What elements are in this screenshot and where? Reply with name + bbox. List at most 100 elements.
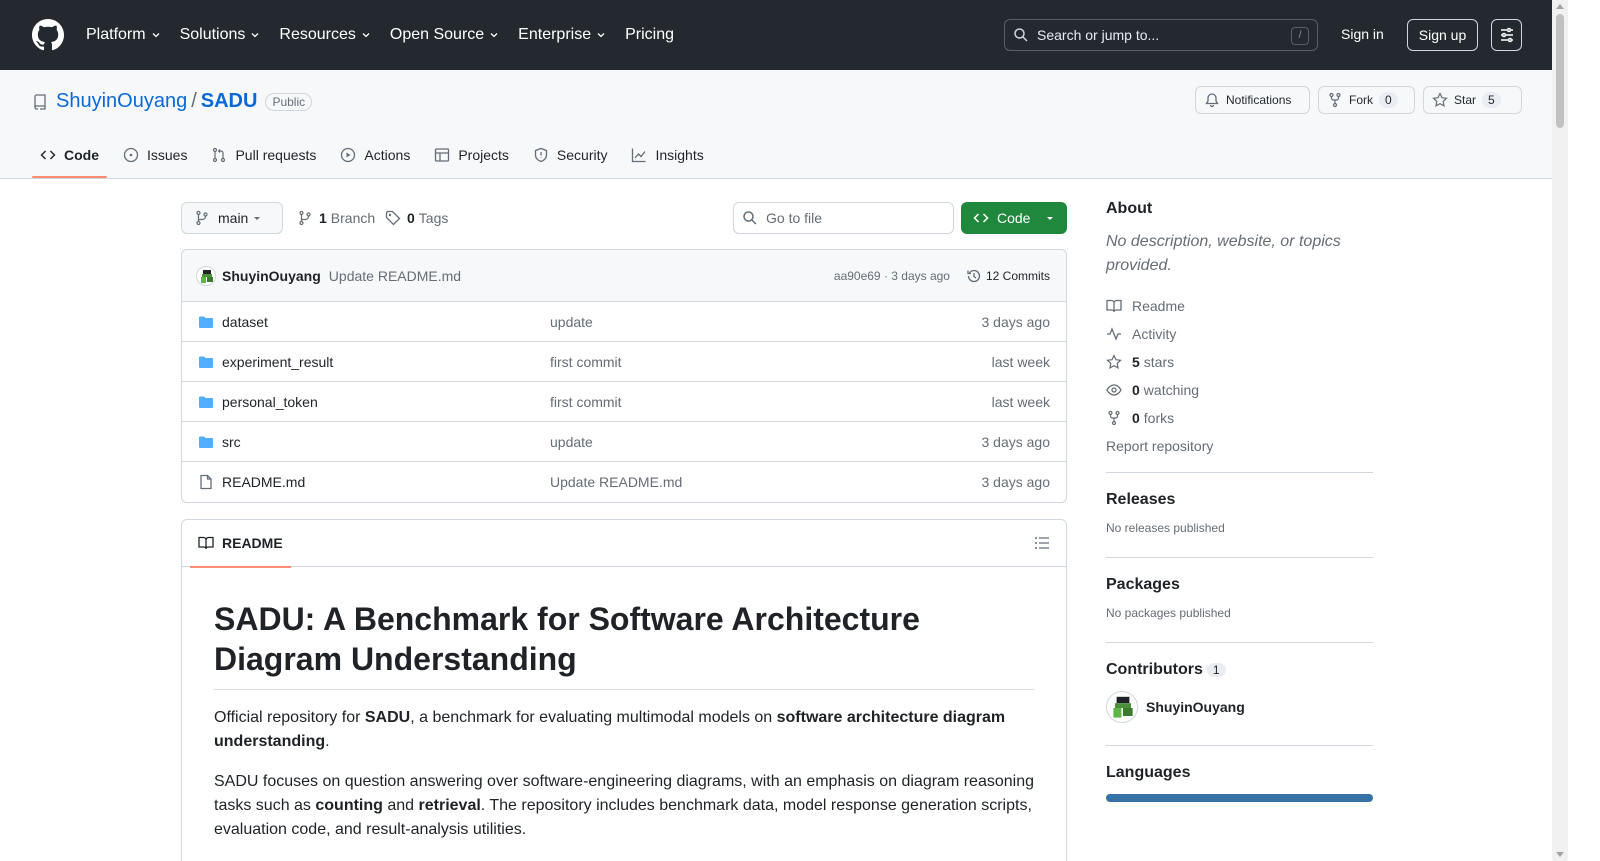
commit-author[interactable]: ShuyinOuyang (222, 268, 321, 284)
chevron-down-icon (597, 33, 605, 38)
tab-label: Security (556, 147, 608, 163)
scroll-up-arrow-icon[interactable] (1556, 4, 1564, 9)
nav-enterprise[interactable]: Enterprise (518, 26, 607, 44)
go-to-file-input[interactable]: Go to file (733, 202, 954, 234)
file-commit-message[interactable]: Update README.md (550, 474, 982, 490)
readme-tab-label: README (222, 535, 283, 551)
commit-message[interactable]: Update README.md (329, 268, 461, 284)
releases-section: Releases No releases published (1106, 472, 1373, 557)
file-name[interactable]: README.md (222, 474, 550, 490)
list-icon[interactable] (1034, 535, 1050, 551)
packages-section: Packages No packages published (1106, 557, 1373, 642)
text: . (325, 733, 330, 750)
tab-label: Code (64, 147, 99, 163)
github-logo-icon[interactable] (32, 19, 64, 51)
text-strong: retrieval (418, 797, 481, 814)
commit-hash-time[interactable]: aa90e69 · 3 days ago (834, 269, 950, 283)
file-row[interactable]: personal_token first commit last week (182, 382, 1066, 422)
file-commit-message[interactable]: update (550, 434, 982, 450)
branch-icon (196, 210, 208, 226)
readme-tab[interactable]: README (190, 520, 291, 568)
branch-select-button[interactable]: main (181, 202, 283, 234)
search-placeholder: Search or jump to... (1037, 27, 1160, 43)
readme-content: SADU: A Benchmark for Software Architect… (182, 567, 1066, 842)
nav-label: Platform (86, 26, 146, 43)
text-strong: SADU (364, 709, 411, 726)
nav-resources[interactable]: Resources (279, 26, 371, 44)
repo-sidebar: About No description, website, or topics… (1106, 200, 1373, 802)
file-commit-message[interactable]: update (550, 314, 982, 330)
tab-code[interactable]: Code (32, 132, 107, 178)
search-shortcut-key: / (1291, 27, 1309, 45)
avatar[interactable] (196, 265, 216, 286)
file-row[interactable]: dataset update 3 days ago (182, 302, 1066, 342)
nav-label: Open Source (389, 26, 485, 43)
tab-insights[interactable]: Insights (623, 132, 711, 178)
packages-empty-text: No packages published (1106, 606, 1231, 620)
contributor-item[interactable]: ShuyinOuyang (1106, 691, 1373, 723)
history-icon (967, 269, 981, 282)
report-repository-link[interactable]: Report repository (1106, 432, 1373, 460)
file-name[interactable]: dataset (222, 314, 550, 330)
nav-pricing[interactable]: Pricing (625, 26, 674, 44)
file-row[interactable]: src update 3 days ago (182, 422, 1066, 462)
forks-link[interactable]: 0 forks (1106, 404, 1373, 432)
page-scrollbar[interactable] (1552, 0, 1568, 861)
go-to-file-placeholder: Go to file (766, 210, 823, 226)
commits-link[interactable]: 12 Commits (966, 268, 1050, 284)
star-button[interactable]: Star 5 (1423, 86, 1522, 114)
file-row[interactable]: experiment_result first commit last week (182, 342, 1066, 382)
branches-link[interactable]: 1 Branch (297, 210, 375, 226)
readme-link[interactable]: Readme (1106, 292, 1373, 320)
tags-link[interactable]: 0 Tags (385, 210, 448, 226)
scrollbar-thumb[interactable] (1556, 14, 1564, 128)
watching-count: 0 (1132, 382, 1140, 398)
book-icon (1106, 299, 1122, 313)
file-commit-message[interactable]: first commit (550, 394, 992, 410)
star-icon (1432, 92, 1448, 108)
search-icon (743, 211, 757, 225)
stars-link[interactable]: 5 stars (1106, 348, 1373, 376)
contributors-heading[interactable]: Contributors 1 (1106, 661, 1373, 679)
tab-security[interactable]: Security (525, 132, 616, 178)
nav-solutions[interactable]: Solutions (180, 26, 262, 44)
menu-button[interactable] (1491, 19, 1522, 51)
sign-in-link[interactable]: Sign in (1341, 26, 1384, 42)
repo-owner-link[interactable]: ShuyinOuyang (56, 90, 187, 113)
table-icon (435, 148, 450, 162)
tab-projects[interactable]: Projects (426, 132, 517, 178)
pulse-icon (1107, 327, 1121, 341)
nav-platform[interactable]: Platform (86, 26, 162, 44)
fork-button[interactable]: Fork 0 (1318, 86, 1415, 114)
file-name[interactable]: src (222, 434, 550, 450)
sign-up-button[interactable]: Sign up (1407, 19, 1478, 51)
tab-actions[interactable]: Actions (332, 132, 418, 178)
watching-link[interactable]: 0 watching (1106, 376, 1373, 404)
contributors-count: 1 (1206, 663, 1226, 677)
file-name[interactable]: experiment_result (222, 354, 550, 370)
repo-name-link[interactable]: SADU (201, 90, 258, 113)
file-row[interactable]: README.md Update README.md 3 days ago (182, 462, 1066, 502)
releases-heading[interactable]: Releases (1106, 491, 1373, 509)
activity-link[interactable]: Activity (1106, 320, 1373, 348)
stars-label: stars (1143, 354, 1175, 370)
file-name[interactable]: personal_token (222, 394, 550, 410)
tab-pull-requests[interactable]: Pull requests (203, 132, 324, 178)
scroll-down-arrow-icon[interactable] (1556, 852, 1564, 857)
file-commit-message[interactable]: first commit (550, 354, 992, 370)
languages-heading: Languages (1106, 764, 1191, 781)
activity-link-label: Activity (1132, 326, 1177, 342)
code-dropdown-button[interactable]: Code (961, 202, 1067, 234)
search-input[interactable]: Search or jump to... / (1004, 19, 1318, 51)
nav-label: Pricing (625, 26, 674, 43)
notifications-button[interactable]: Notifications (1195, 86, 1310, 114)
packages-heading[interactable]: Packages (1106, 576, 1373, 594)
tab-label: Actions (364, 147, 411, 163)
file-date: last week (991, 353, 1050, 370)
repo-tabs: Code Issues Pull requests Actions Projec… (32, 132, 720, 178)
tag-icon (385, 210, 401, 226)
global-nav: Platform Solutions Resources Open Source… (86, 26, 692, 44)
graph-icon (632, 148, 646, 163)
nav-open-source[interactable]: Open Source (390, 26, 500, 44)
tab-issues[interactable]: Issues (115, 132, 195, 178)
